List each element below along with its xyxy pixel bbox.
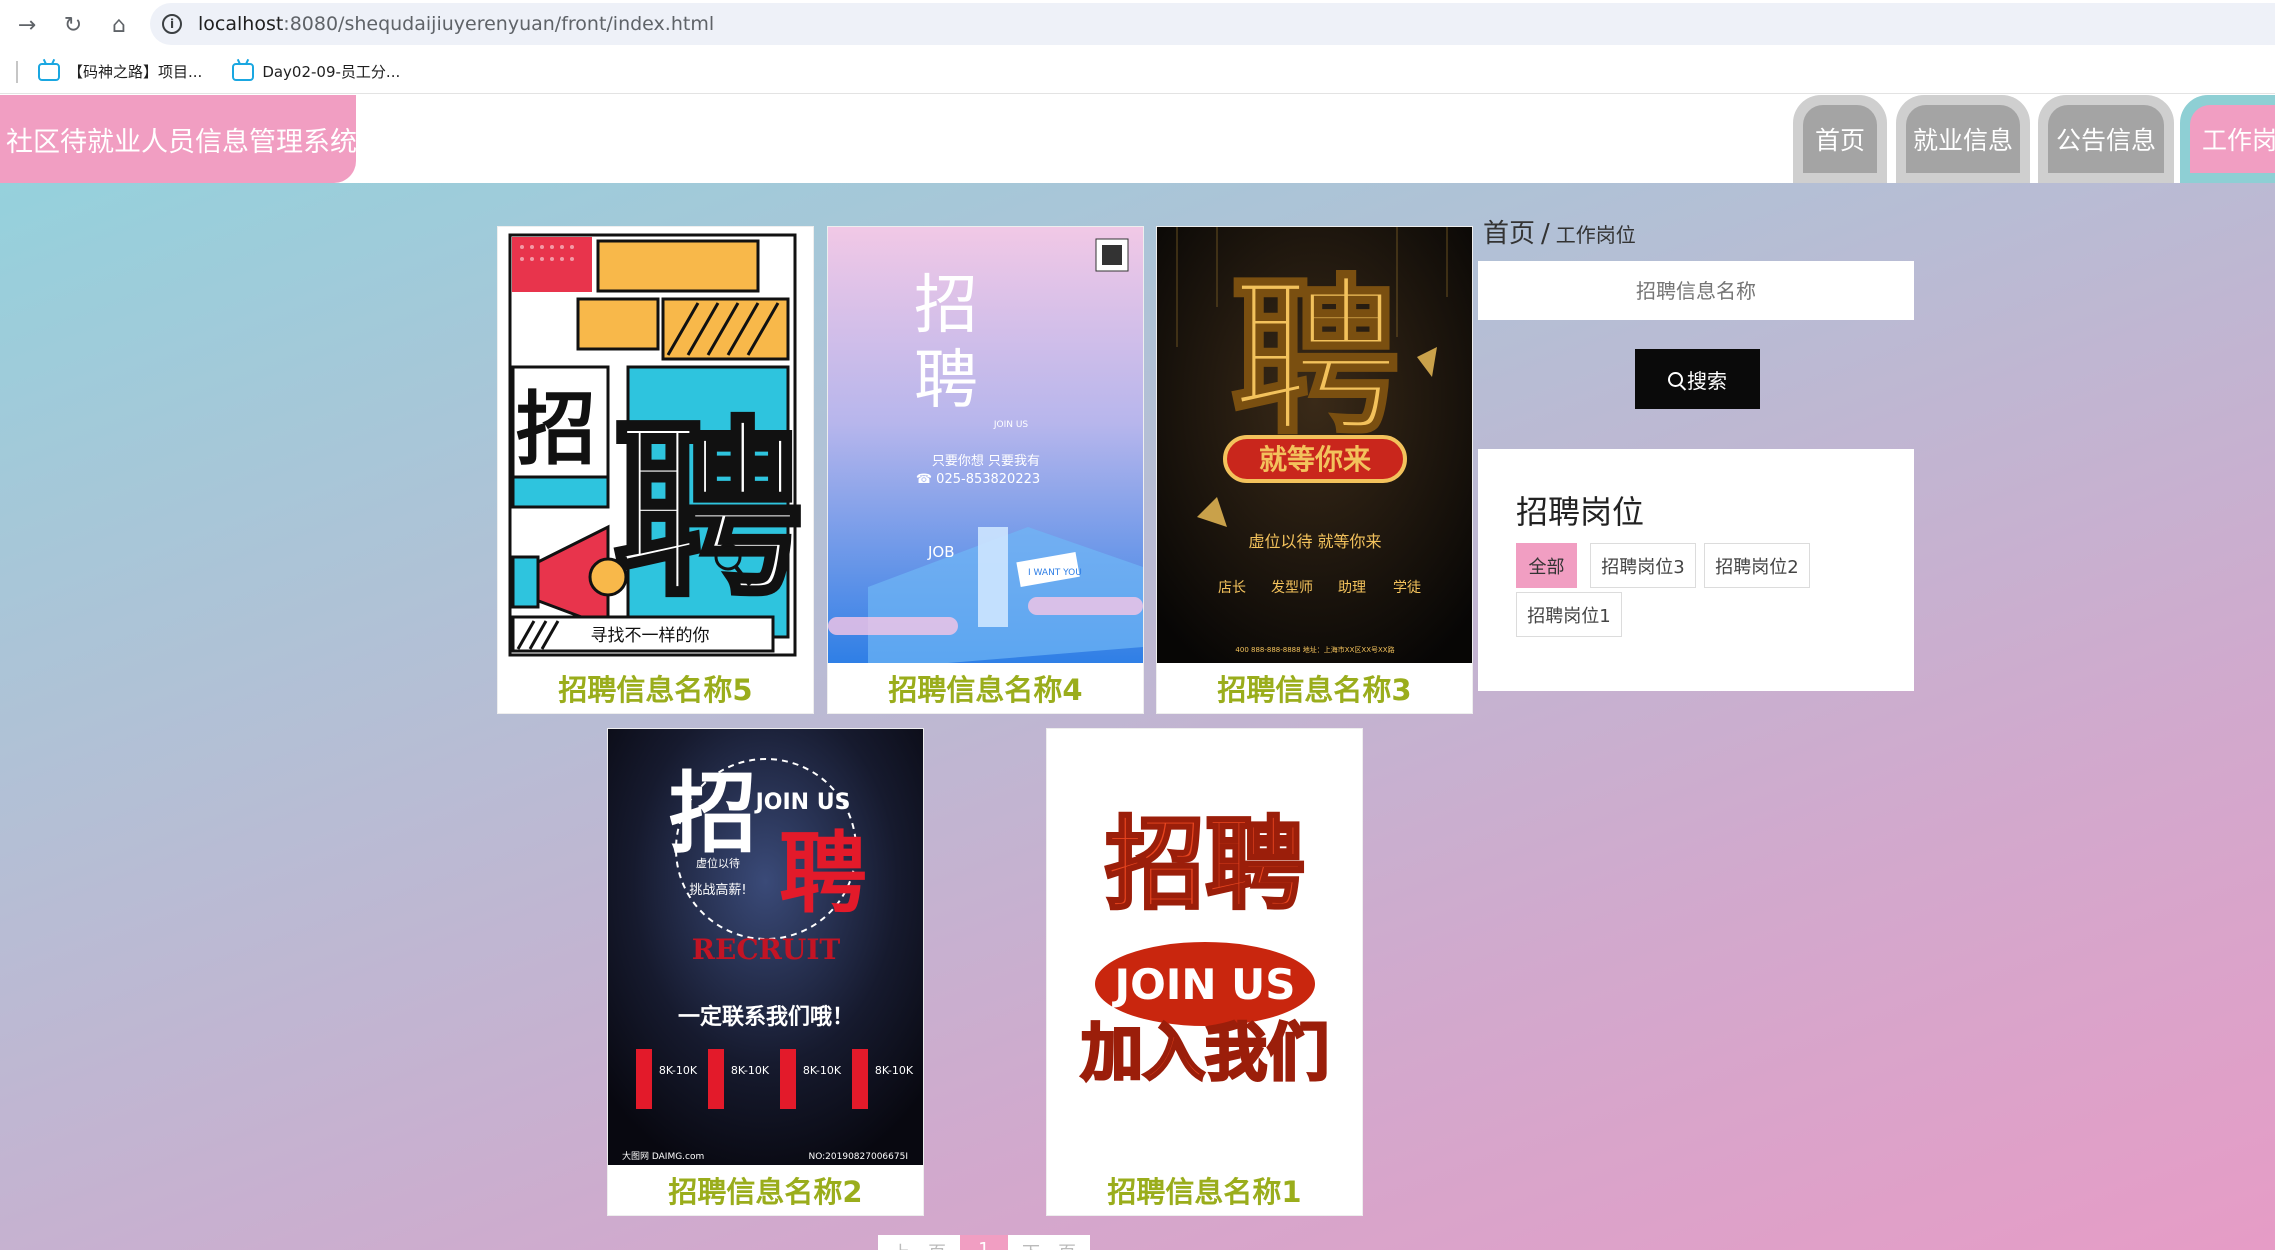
browser-toolbar: → ↻ ⌂ i localhost:8080/shequdaijiuyereny… xyxy=(0,0,2275,50)
site-info-icon[interactable]: i xyxy=(162,14,182,34)
poster-text: 只要你想 只要我有 xyxy=(932,453,1040,469)
nav-tab-home[interactable]: 首页 xyxy=(1793,95,1887,183)
poster-text: JOIN US xyxy=(1111,960,1295,1009)
poster-text: 聘 xyxy=(779,822,867,925)
poster-text: 就等你来 xyxy=(1259,443,1371,476)
search-icon xyxy=(1668,371,1683,387)
search-input[interactable] xyxy=(1478,261,1914,320)
bilibili-icon xyxy=(232,62,255,81)
job-poster-image[interactable]: 招 JOIN US 聘 虚位以待 挑战高薪! RECRUIT 一定联系我们哦！ … xyxy=(608,729,923,1165)
pagination: 上一页 1 下一页 xyxy=(878,1235,1090,1250)
job-title[interactable]: 招聘信息名称2 xyxy=(608,1165,923,1215)
poster-text: 店长 xyxy=(1218,580,1246,596)
poster-text: 招 xyxy=(914,269,978,343)
category-panel: 招聘岗位 全部 招聘岗位3 招聘岗位2 招聘岗位1 xyxy=(1478,449,1914,691)
poster-text: 虚位以待 就等你来 xyxy=(1248,532,1381,551)
category-tag-all[interactable]: 全部 xyxy=(1516,543,1577,588)
breadcrumb-current: 工作岗位 xyxy=(1555,223,1636,247)
search-button[interactable]: 搜索 xyxy=(1635,349,1760,409)
poster-text: 虚位以待 xyxy=(696,856,740,870)
poster-text: 学徒 xyxy=(1393,580,1421,596)
poster-text: 8K-10K xyxy=(875,1064,914,1077)
job-title[interactable]: 招聘信息名称3 xyxy=(1157,663,1472,713)
poster-text: 寻找不一样的你 xyxy=(591,626,710,646)
bookmark-item[interactable]: Day02-09-员工分... xyxy=(232,61,400,82)
job-card[interactable]: 招聘 JOIN US 加入我们 招聘信息名称1 xyxy=(1046,728,1363,1216)
poster-text: 聘 xyxy=(613,401,803,622)
category-tag[interactable]: 招聘岗位1 xyxy=(1516,592,1622,637)
job-title[interactable]: 招聘信息名称1 xyxy=(1047,1165,1362,1215)
site-header: 社区待就业人员信息管理系统 首页 就业信息 公告信息 工作岗位 xyxy=(0,95,2275,183)
job-card[interactable]: 招 JOIN US 聘 虚位以待 挑战高薪! RECRUIT 一定联系我们哦！ … xyxy=(607,728,924,1216)
address-bar[interactable]: i localhost:8080/shequdaijiuyerenyuan/fr… xyxy=(150,3,2275,45)
poster-text: JOIN US xyxy=(993,420,1029,430)
breadcrumb: 首页 / 工作岗位 xyxy=(1483,213,1636,250)
page-number[interactable]: 1 xyxy=(960,1235,1008,1250)
category-tag[interactable]: 招聘岗位2 xyxy=(1704,543,1810,588)
poster-text: JOIN US xyxy=(754,790,851,815)
poster-text: 加入我们 xyxy=(1081,1016,1329,1089)
next-page-button[interactable]: 下一页 xyxy=(1008,1235,1090,1250)
search-button-label: 搜索 xyxy=(1687,368,1727,393)
job-poster-image[interactable]: 招 聘 寻找不一样的你 xyxy=(498,227,813,663)
poster-text: 挑战高薪! xyxy=(689,882,746,898)
bookmark-label: 【码神之路】项目... xyxy=(68,63,203,81)
breadcrumb-separator: / xyxy=(1541,219,1550,249)
category-tag[interactable]: 招聘岗位3 xyxy=(1590,543,1696,588)
main-content: 招 聘 寻找不一样的你 招聘信息名称5 招 聘 JOIN US 只要你想 只要我… xyxy=(0,183,2275,1250)
forward-icon[interactable]: → xyxy=(10,8,44,42)
bookmark-label: Day02-09-员工分... xyxy=(262,63,401,81)
job-poster-image[interactable]: 招 聘 JOIN US 只要你想 只要我有 ☎ 025-853820223 JO… xyxy=(828,227,1143,663)
poster-text: 聘 xyxy=(914,344,978,418)
poster-text: 发型师 xyxy=(1271,580,1313,596)
job-poster-image[interactable]: 聘 就等你来 虚位以待 就等你来 店长 发型师 助理 学徒 400 888-88… xyxy=(1157,227,1472,663)
poster-text: 招 xyxy=(669,762,757,865)
breadcrumb-home[interactable]: 首页 xyxy=(1483,219,1535,249)
job-title[interactable]: 招聘信息名称4 xyxy=(828,663,1143,713)
poster-text: NO:20190827006675I xyxy=(808,1152,908,1162)
job-title[interactable]: 招聘信息名称5 xyxy=(498,663,813,713)
poster-text: 招 xyxy=(516,383,596,476)
poster-text: 一定联系我们哦！ xyxy=(678,1004,854,1030)
job-card[interactable]: 聘 就等你来 虚位以待 就等你来 店长 发型师 助理 学徒 400 888-88… xyxy=(1156,226,1473,714)
nav-tab-jobs[interactable]: 工作岗位 xyxy=(2180,95,2275,183)
poster-text: RECRUIT xyxy=(692,933,841,966)
poster-text: I WANT YOU xyxy=(1028,568,1082,578)
bookmark-item[interactable]: 【码神之路】项目... xyxy=(38,61,202,82)
site-title[interactable]: 社区待就业人员信息管理系统 xyxy=(0,95,357,183)
poster-text: 400 888-888-8888 地址：上海市XX区XX号XX路 xyxy=(1235,645,1394,654)
poster-text: 聘 xyxy=(1230,260,1400,458)
bookmarks-bar: 【码神之路】项目... Day02-09-员工分... xyxy=(0,50,2275,94)
nav-tab-notices[interactable]: 公告信息 xyxy=(2038,95,2174,183)
job-poster-image[interactable]: 招聘 JOIN US 加入我们 xyxy=(1047,729,1362,1165)
poster-text: 助理 xyxy=(1338,580,1366,596)
url-text[interactable]: localhost:8080/shequdaijiuyerenyuan/fron… xyxy=(198,13,714,35)
reload-icon[interactable]: ↻ xyxy=(56,8,90,42)
poster-text: 大图网 DAIMG.com xyxy=(622,1150,704,1162)
bilibili-icon xyxy=(38,62,60,81)
bookmarks-separator xyxy=(16,60,18,83)
poster-text: ☎ 025-853820223 xyxy=(916,472,1040,487)
poster-text: 8K-10K xyxy=(803,1064,842,1077)
prev-page-button[interactable]: 上一页 xyxy=(878,1235,960,1250)
category-title: 招聘岗位 xyxy=(1516,493,1645,531)
job-card[interactable]: 招 聘 JOIN US 只要你想 只要我有 ☎ 025-853820223 JO… xyxy=(827,226,1144,714)
home-icon[interactable]: ⌂ xyxy=(102,8,136,42)
job-card[interactable]: 招 聘 寻找不一样的你 招聘信息名称5 xyxy=(497,226,814,714)
poster-text: JOB xyxy=(927,543,955,561)
poster-text: 招聘 xyxy=(1105,806,1305,923)
poster-text: 8K-10K xyxy=(659,1064,698,1077)
nav-tab-employment[interactable]: 就业信息 xyxy=(1896,95,2030,183)
poster-text: 8K-10K xyxy=(731,1064,770,1077)
